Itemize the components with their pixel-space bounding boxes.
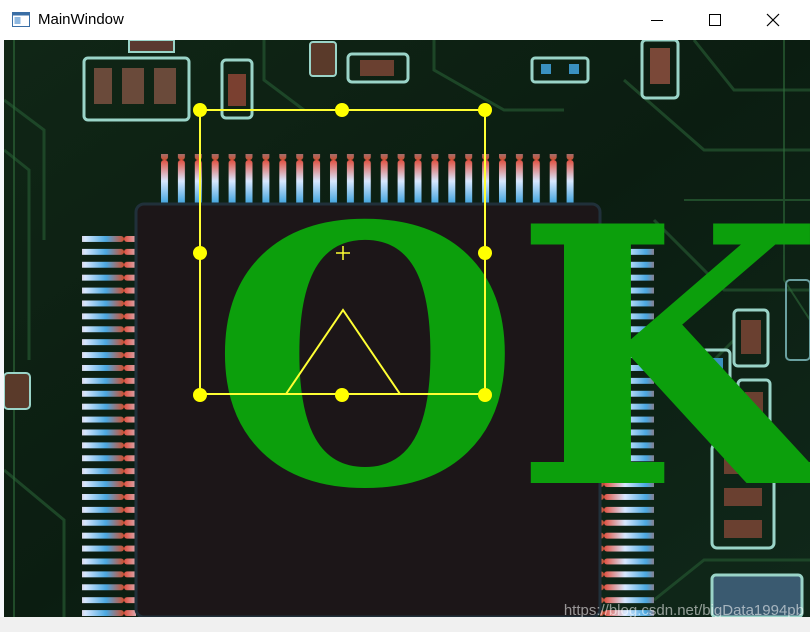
roi-overlay[interactable] xyxy=(4,40,810,617)
roi-triangle xyxy=(285,308,401,395)
watermark-text: https://blog.csdn.net/bigData1994pb xyxy=(563,602,804,617)
roi-handle-bottom-left[interactable] xyxy=(193,388,207,402)
roi-center-crosshair-icon xyxy=(336,246,350,260)
roi-handle-middle-right[interactable] xyxy=(478,246,492,260)
close-button[interactable] xyxy=(744,0,802,40)
roi-handle-bottom-center[interactable] xyxy=(335,388,349,402)
status-strip xyxy=(0,617,810,632)
roi-handle-top-right[interactable] xyxy=(478,103,492,117)
image-canvas[interactable]: OK https://blog.csdn.net/bigData1994pb xyxy=(4,40,810,617)
window-title: MainWindow xyxy=(38,11,124,28)
maximize-icon xyxy=(709,14,721,26)
title-bar[interactable]: MainWindow xyxy=(0,0,810,41)
roi-handle-middle-left[interactable] xyxy=(193,246,207,260)
roi-handle-bottom-right[interactable] xyxy=(478,388,492,402)
minimize-button[interactable] xyxy=(628,0,686,40)
minimize-icon xyxy=(651,20,663,21)
maximize-button[interactable] xyxy=(686,0,744,40)
window-app-icon xyxy=(12,12,30,27)
close-icon xyxy=(766,13,780,27)
roi-handle-top-center[interactable] xyxy=(335,103,349,117)
roi-handle-top-left[interactable] xyxy=(193,103,207,117)
